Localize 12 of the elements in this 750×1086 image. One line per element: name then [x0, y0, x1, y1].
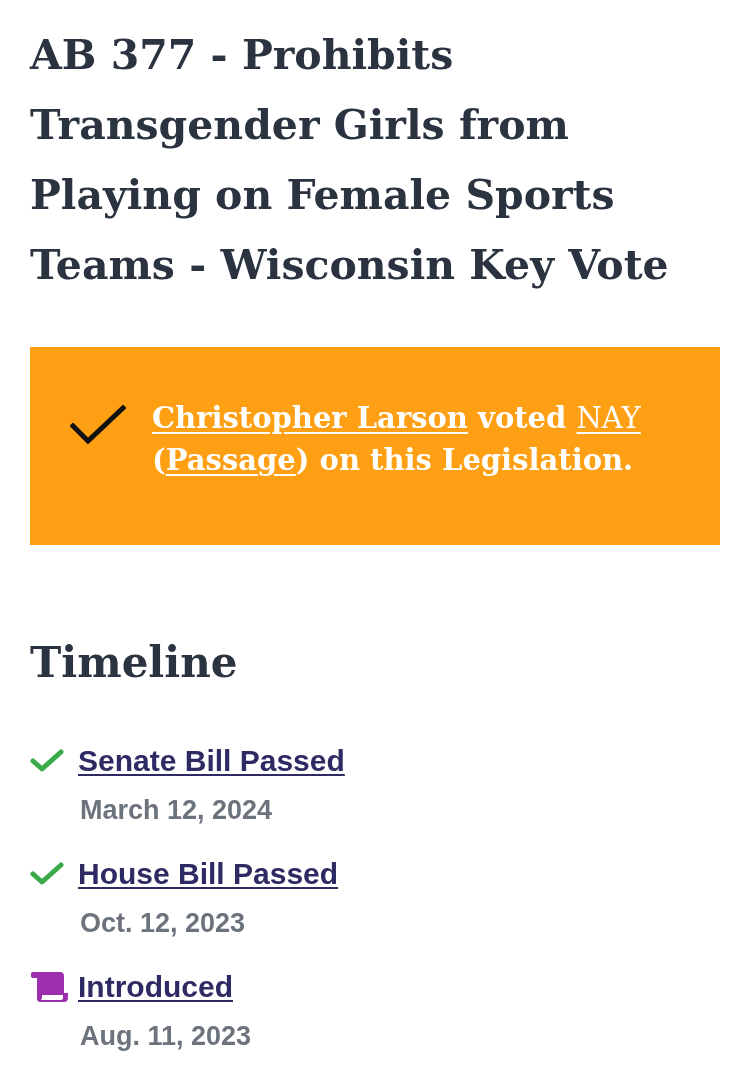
page-title: AB 377 - Prohibits Transgender Girls from Playing on Female Sports Teams - Wisconsin Key Vote: [30, 30, 670, 291]
timeline-date: Aug. 11, 2023: [80, 1021, 252, 1051]
timeline-event-link[interactable]: House Bill Passed: [78, 856, 339, 892]
checkmark-icon: [30, 749, 64, 773]
timeline-date: Oct. 12, 2023: [80, 908, 246, 938]
timeline-event-link[interactable]: Introduced: [78, 969, 233, 1005]
timeline-date: March 12, 2024: [80, 795, 273, 825]
scroll-icon: [30, 972, 68, 1002]
checkmark-icon: [30, 862, 64, 886]
timeline-event-link[interactable]: Senate Bill Passed: [78, 743, 345, 779]
vote-statement: Christopher Larson voted NAY (Passage) on this Legislation.: [152, 400, 642, 479]
timeline-heading: Timeline: [30, 637, 239, 689]
